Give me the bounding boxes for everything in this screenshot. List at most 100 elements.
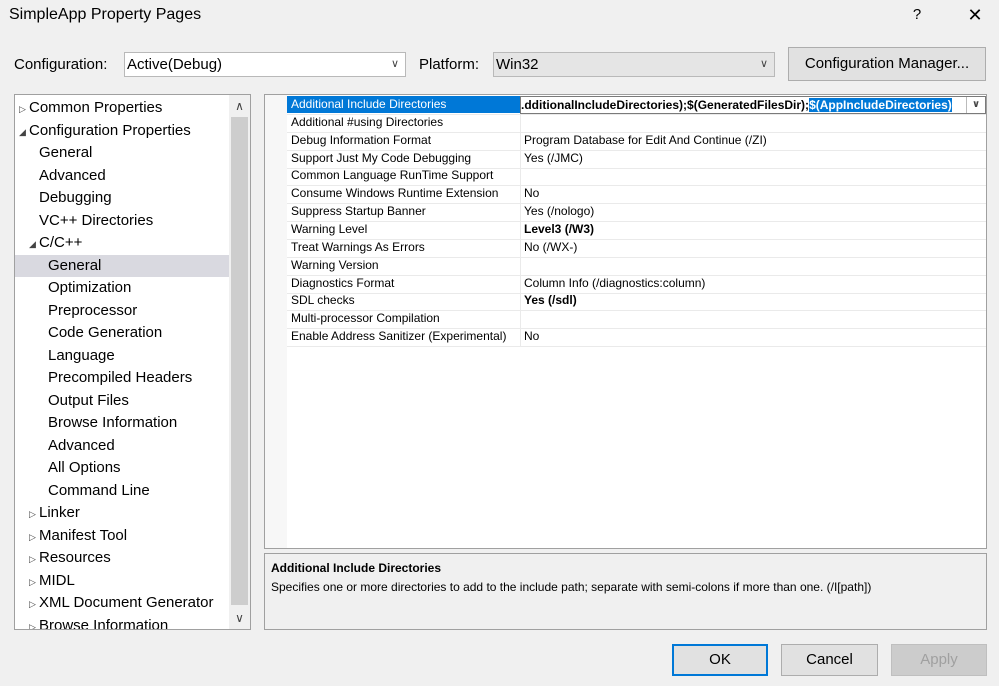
column-divider	[520, 274, 521, 293]
tree-item[interactable]: Precompiled Headers	[15, 367, 229, 389]
property-row[interactable]: Diagnostics Format Column Info (/diagnost…	[287, 274, 986, 294]
configuration-manager-button[interactable]: Configuration Manager...	[788, 47, 986, 81]
tree-item-label: Configuration Properties	[29, 121, 191, 139]
property-name: Support Just My Code Debugging	[291, 150, 472, 165]
editor-selected-text: $(AppIncludeDirectories)	[809, 98, 952, 112]
ok-button[interactable]: OK	[672, 644, 768, 676]
window-title: SimpleApp Property Pages	[9, 6, 202, 23]
tree-item[interactable]: ▷ Linker	[15, 502, 229, 524]
property-value[interactable]: Level3 (/W3)	[524, 221, 594, 238]
description-panel: Additional Include Directories Specifies…	[264, 553, 987, 630]
property-row[interactable]: Multi-processor Compilation	[287, 310, 986, 330]
property-name: Diagnostics Format	[291, 275, 395, 290]
property-row[interactable]: Suppress Startup Banner Yes (/nologo)	[287, 203, 986, 223]
tree-item-label: Debugging	[39, 189, 112, 206]
tree-item[interactable]: General	[15, 254, 229, 277]
scroll-up-icon[interactable]: ∧	[229, 97, 250, 115]
tree-item[interactable]: ◢ Configuration Properties	[15, 120, 229, 142]
tree-item[interactable]: General	[15, 142, 229, 164]
property-row[interactable]: Warning Level Level3 (/W3)	[287, 220, 986, 240]
tree-item[interactable]: Browse Information	[15, 412, 229, 434]
property-row[interactable]: Support Just My Code Debugging Yes (/JMC)	[287, 149, 986, 169]
tree-item[interactable]: ◢ C/C++	[15, 232, 229, 254]
tree-item[interactable]: Preprocessor	[15, 300, 229, 322]
tree-item[interactable]: Advanced	[15, 165, 229, 187]
collapsed-icon[interactable]: ▷	[29, 571, 39, 593]
tree-item-label: Advanced	[48, 436, 115, 454]
tree-item[interactable]: ▷ Manifest Tool	[15, 525, 229, 547]
tree-item-label: Linker	[39, 504, 80, 521]
collapsed-icon[interactable]: ▷	[29, 503, 39, 525]
property-name: SDL checks	[291, 293, 355, 308]
configuration-value: Active(Debug)	[127, 56, 223, 73]
tree-item-label: Optimization	[48, 279, 132, 296]
property-row[interactable]: Additional Include Directories .dditional…	[287, 96, 986, 115]
column-divider	[520, 238, 521, 257]
property-row[interactable]: Enable Address Sanitizer (Experimental) N…	[287, 328, 986, 348]
tree-item-label: XML Document Generator	[39, 594, 214, 611]
tree-item-label: Browse Information	[39, 616, 169, 630]
collapsed-icon[interactable]: ▷	[29, 548, 39, 570]
property-row[interactable]: SDL checks Yes (/sdl)	[287, 292, 986, 312]
column-divider	[520, 167, 521, 186]
tree-item[interactable]: Output Files	[15, 390, 229, 412]
expanded-icon[interactable]: ◢	[19, 121, 29, 143]
tree-item[interactable]: ▷ XML Document Generator	[15, 592, 229, 614]
tree-item[interactable]: ▷ Browse Information	[15, 615, 229, 630]
tree-item-label: VC++ Directories	[39, 211, 154, 229]
apply-button[interactable]: Apply	[891, 644, 987, 676]
property-name: Enable Address Sanitizer (Experimental)	[291, 329, 507, 344]
collapsed-icon[interactable]: ▷	[29, 593, 39, 615]
property-row[interactable]: Consume Windows Runtime Extension No	[287, 185, 986, 205]
tree-item[interactable]: Debugging	[15, 187, 229, 209]
tree-item[interactable]: Language	[15, 345, 229, 367]
property-value[interactable]: No	[524, 185, 539, 202]
tree-item[interactable]: Advanced	[15, 435, 229, 457]
property-tree[interactable]: ▷ Common Properties ◢ Configuration Propert…	[14, 94, 251, 630]
property-name: Common Language RunTime Support	[291, 168, 494, 183]
property-value-editor[interactable]: .dditionalIncludeDirectories);$(Generate…	[520, 96, 986, 114]
tree-item[interactable]: ▷ MIDL	[15, 570, 229, 592]
property-value[interactable]: No	[524, 328, 539, 345]
close-icon[interactable]: ✕	[962, 3, 988, 27]
column-divider	[520, 203, 521, 222]
expanded-icon[interactable]: ◢	[29, 233, 39, 255]
tree-item-label: Code Generation	[48, 324, 163, 341]
column-divider	[520, 131, 521, 150]
property-value[interactable]: Yes (/JMC)	[524, 150, 583, 167]
scroll-down-icon[interactable]: ∨	[229, 609, 250, 627]
chevron-down-icon[interactable]: ∨	[966, 97, 985, 113]
property-value[interactable]: Yes (/nologo)	[524, 203, 594, 220]
tree-item[interactable]: VC++ Directories	[15, 210, 229, 232]
property-row[interactable]: Debug Information Format Program Database…	[287, 131, 986, 151]
property-name: Suppress Startup Banner	[291, 204, 426, 219]
cancel-button[interactable]: Cancel	[781, 644, 878, 676]
property-row[interactable]: Warning Version	[287, 256, 986, 276]
tree-scrollbar-thumb[interactable]	[231, 117, 248, 605]
description-text: Specifies one or more directories to add…	[271, 580, 872, 594]
configuration-dropdown[interactable]: Active(Debug) ∨	[124, 52, 406, 77]
help-button[interactable]: ?	[906, 4, 928, 26]
property-row[interactable]: Additional #using Directories	[287, 113, 986, 133]
property-value[interactable]: Yes (/sdl)	[524, 292, 577, 309]
tree-item[interactable]: ▷ Resources	[15, 547, 229, 569]
column-divider	[520, 113, 521, 132]
tree-item[interactable]: All Options	[15, 457, 229, 479]
collapsed-icon[interactable]: ▷	[29, 616, 39, 630]
collapsed-icon[interactable]: ▷	[29, 526, 39, 548]
platform-dropdown[interactable]: Win32 ∨	[493, 52, 775, 77]
tree-item[interactable]: ▷ Common Properties	[15, 97, 229, 119]
tree-item[interactable]: Command Line	[15, 480, 229, 502]
property-name: Treat Warnings As Errors	[291, 239, 425, 254]
tree-item[interactable]: Code Generation	[15, 322, 229, 344]
property-value[interactable]: Program Database for Edit And Continue (…	[524, 132, 767, 149]
collapsed-icon[interactable]: ▷	[19, 98, 29, 120]
property-name: Consume Windows Runtime Extension	[291, 186, 499, 201]
property-row[interactable]: Common Language RunTime Support	[287, 167, 986, 187]
property-grid[interactable]: Additional Include Directories .dditional…	[264, 94, 987, 549]
tree-item-label: Resources	[39, 549, 111, 566]
property-row[interactable]: Treat Warnings As Errors No (/WX-)	[287, 238, 986, 258]
property-value[interactable]: No (/WX-)	[524, 239, 577, 256]
property-value[interactable]: Column Info (/diagnostics:column)	[524, 275, 705, 292]
tree-item[interactable]: Optimization	[15, 277, 229, 299]
